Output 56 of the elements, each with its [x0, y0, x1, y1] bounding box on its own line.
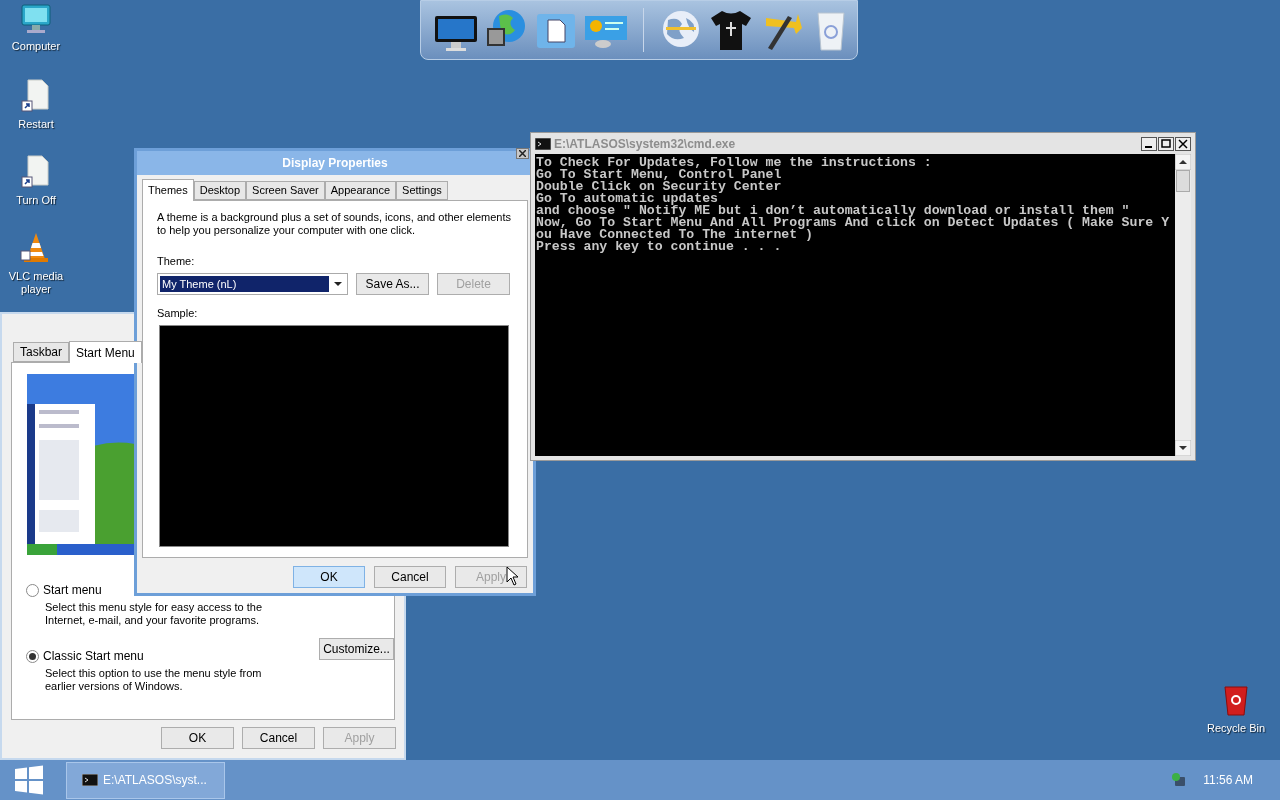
tab[interactable]: Desktop — [193, 181, 247, 200]
dialog-button[interactable]: Save As... — [356, 272, 429, 295]
tab[interactable]: Start Menu — [69, 341, 142, 363]
tab[interactable]: Taskbar — [13, 342, 70, 362]
console-line: and choose " Notify ME but i don’t automatically download or install them " — [536, 205, 1130, 217]
dialog-button[interactable]: OK — [293, 566, 365, 588]
radio-button[interactable] — [26, 583, 39, 597]
theme-label: Theme: — [157, 254, 196, 269]
document-shortcut-icon — [20, 79, 52, 113]
option-description: Select this menu style for easy access to the Internet, e-mail, and your favorite programs. — [45, 601, 264, 627]
console-line: ou Have Connected To The internet ) — [536, 229, 813, 241]
dialog-button[interactable]: OK — [161, 727, 234, 749]
console-line: Go To Start Menu, Control Panel — [536, 169, 783, 181]
start-button-icon[interactable] — [14, 765, 44, 795]
window-title: Display Properties — [282, 155, 388, 172]
close-icon[interactable] — [516, 148, 529, 159]
desktop-icon-label[interactable]: Recycle Bin — [1206, 720, 1266, 737]
scrollbar[interactable] — [1175, 154, 1191, 456]
option-description: Select this option to use the menu style from earlier versions of Windows. — [45, 667, 263, 693]
desktop-icon-label[interactable]: Computer — [10, 40, 62, 53]
desktop-icon-label[interactable]: Restart — [17, 118, 55, 131]
minimize-icon[interactable] — [1141, 136, 1157, 151]
tab[interactable]: Appearance — [324, 181, 397, 200]
maximize-icon[interactable] — [1158, 136, 1174, 151]
recycle-bin-icon — [1223, 684, 1249, 716]
sample-label: Sample: — [157, 305, 199, 321]
radio-label[interactable]: Classic Start menu — [43, 647, 144, 665]
theme-description: A theme is a background plus a set of sounds, icons, and other elements to help you personalize your computer with one click. — [157, 211, 513, 237]
console-icon — [535, 137, 551, 150]
desktop-icon-label[interactable]: Turn Off — [15, 194, 57, 207]
console-line: To Check For Updates, Follow me the instructions : — [536, 157, 933, 169]
desktop-icon-label[interactable]: VLC media player — [0, 270, 72, 296]
window-title: E:\ATLASOS\system32\cmd.exe — [554, 135, 736, 153]
console-icon — [82, 774, 98, 786]
console-line: Press any key to continue . . . — [536, 241, 783, 253]
computer-icon — [19, 3, 53, 35]
console-line: Go To automatic updates — [536, 193, 719, 205]
scroll-thumb[interactable] — [1176, 170, 1190, 192]
radio-label[interactable]: Start menu — [43, 581, 102, 599]
customize-button[interactable]: Customize... — [319, 638, 394, 660]
console-line: Double Click on Security Center — [536, 181, 783, 193]
tab[interactable]: Themes — [142, 179, 194, 201]
network-icon[interactable] — [1171, 772, 1188, 788]
theme-dropdown[interactable]: My Theme (nL) — [157, 272, 348, 295]
console-line: Now, Go To Start Menu And All Programs And click on Detect Updates ( Make Sure Y — [536, 217, 1171, 229]
dialog-button[interactable]: Cancel — [374, 566, 446, 588]
radio-button[interactable] — [26, 649, 39, 663]
document-shortcut-icon — [20, 155, 52, 189]
mouse-pointer-icon — [506, 566, 519, 586]
tab[interactable]: Settings — [396, 181, 448, 200]
close-icon[interactable] — [1175, 136, 1191, 151]
t-shirt-icon[interactable] — [708, 8, 754, 52]
tab[interactable]: Screen Saver — [246, 181, 325, 200]
scroll-up-icon[interactable] — [1175, 154, 1191, 170]
scroll-down-icon[interactable] — [1175, 440, 1191, 456]
dialog-button[interactable]: Cancel — [242, 727, 315, 749]
